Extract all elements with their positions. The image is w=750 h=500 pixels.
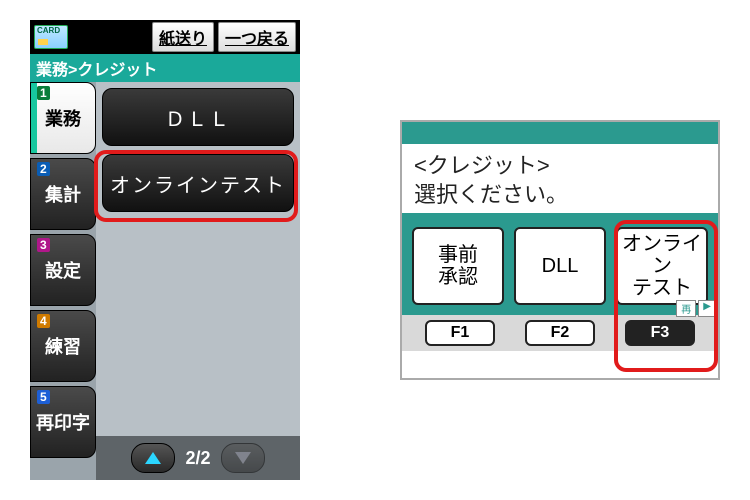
page-indicator: 2/2: [185, 448, 210, 469]
tab-number: 2: [37, 162, 50, 176]
option-prior-approval[interactable]: 事前 承認: [412, 227, 504, 305]
tab-number: 1: [37, 86, 50, 100]
fkey-f2[interactable]: F2: [525, 320, 595, 346]
tab-number: 3: [37, 238, 50, 252]
status-bar: CARD 紙送り 一つ戻る: [30, 20, 300, 54]
sidebar-tab-saiinji[interactable]: 5 再印字: [30, 386, 96, 458]
prompt-text: 選択ください。: [414, 181, 706, 210]
pager: 2/2: [96, 436, 300, 480]
main-menu: ＤＬＬ オンラインテスト 2/2: [96, 82, 300, 480]
tab-label: 再印字: [36, 409, 90, 435]
page-nav: 再 ▶: [676, 300, 716, 317]
option-online-test[interactable]: オンライン テスト: [616, 227, 708, 305]
screen-title: <クレジット>: [414, 152, 706, 181]
tab-number: 5: [37, 390, 50, 404]
prompt-area: <クレジット> 選択ください。: [402, 144, 718, 213]
option-dll[interactable]: DLL: [514, 227, 606, 305]
function-key-row: F1 F2 F3: [402, 315, 718, 351]
fkey-f1[interactable]: F1: [425, 320, 495, 346]
sidebar: 1 業務 2 集計 3 設定 4 練習 5 再印字: [30, 82, 96, 480]
paper-feed-button[interactable]: 紙送り: [152, 22, 214, 52]
redo-badge[interactable]: 再: [676, 300, 696, 317]
tab-number: 4: [37, 314, 50, 328]
tab-label: 設定: [45, 257, 81, 283]
menu-item-online-test[interactable]: オンラインテスト: [102, 154, 294, 212]
options-row: 事前 承認 DLL オンライン テスト 再 ▶: [402, 213, 718, 315]
fkey-f3[interactable]: F3: [625, 320, 695, 346]
header-bar: [402, 122, 718, 144]
arrow-down-icon: [235, 452, 251, 464]
arrow-up-icon: [145, 452, 161, 464]
tab-label: 集計: [45, 181, 81, 207]
breadcrumb: 業務>クレジット: [30, 54, 300, 82]
sidebar-tab-shuukei[interactable]: 2 集計: [30, 158, 96, 230]
menu-item-dll[interactable]: ＤＬＬ: [102, 88, 294, 146]
terminal-keypad-screen: <クレジット> 選択ください。 事前 承認 DLL オンライン テスト 再 ▶ …: [400, 120, 720, 380]
next-page-icon[interactable]: ▶: [698, 300, 716, 317]
page-down-button[interactable]: [221, 443, 265, 473]
card-icon: CARD: [34, 25, 68, 49]
tab-label: 練習: [45, 333, 81, 359]
tab-label: 業務: [45, 105, 81, 131]
terminal-touchscreen: CARD 紙送り 一つ戻る 業務>クレジット 1 業務 2 集計 3 設定 4 …: [30, 20, 300, 480]
back-button[interactable]: 一つ戻る: [218, 22, 296, 52]
sidebar-tab-gyoumu[interactable]: 1 業務: [30, 82, 96, 154]
sidebar-tab-settei[interactable]: 3 設定: [30, 234, 96, 306]
sidebar-tab-renshuu[interactable]: 4 練習: [30, 310, 96, 382]
page-up-button[interactable]: [131, 443, 175, 473]
